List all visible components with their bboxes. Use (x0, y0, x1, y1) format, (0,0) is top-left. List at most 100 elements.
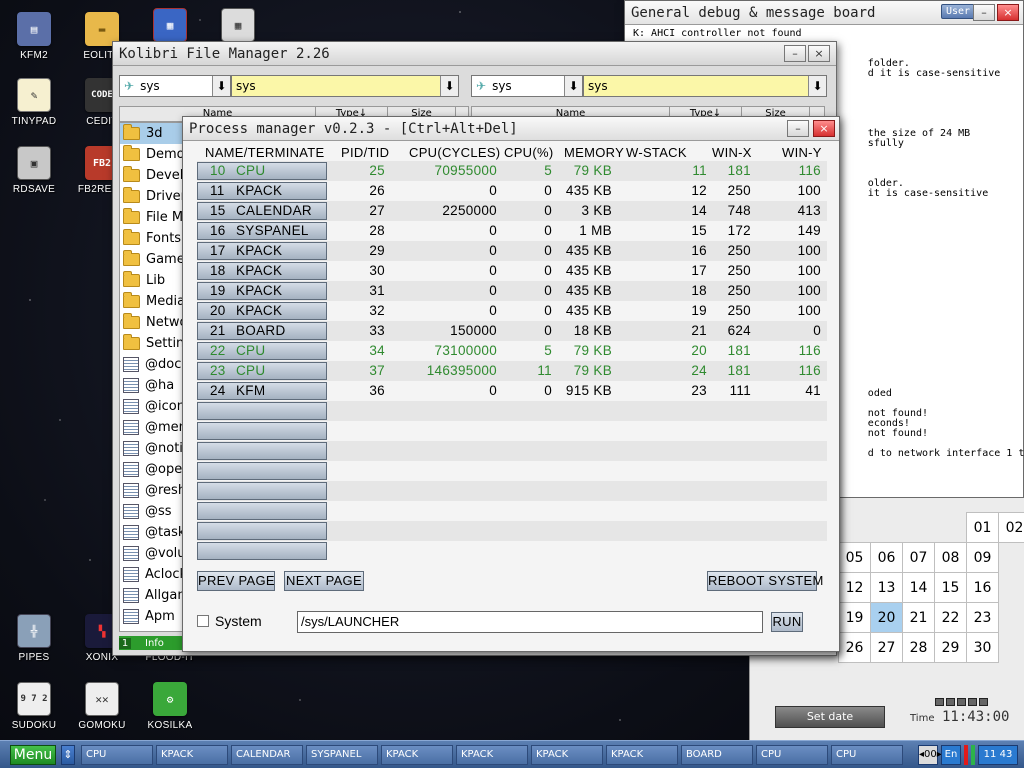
terminate-process-button[interactable]: 11 KPACK (197, 182, 327, 200)
calendar-day[interactable]: 13 (870, 572, 903, 603)
process-winy: 100 (797, 263, 821, 278)
minimize-button[interactable]: – (973, 4, 995, 21)
minimize-button[interactable]: – (784, 45, 806, 62)
terminate-process-button[interactable] (197, 442, 327, 460)
terminate-process-button[interactable]: 19 KPACK (197, 282, 327, 300)
process-table: 10 CPU 25 70955000 5 79 KB 11 181 116 11 KPACK 26 0 0… (197, 161, 827, 561)
header-winy: WIN-Y (782, 145, 822, 160)
taskbar-task-button[interactable]: CPU (756, 745, 828, 765)
terminate-process-button[interactable]: 10 CPU (197, 162, 327, 180)
calendar-day[interactable]: 28 (902, 632, 935, 663)
process-manager-window[interactable]: Process manager v0.2.3 - [Ctrl+Alt+Del] … (182, 116, 840, 652)
language-indicator[interactable]: En (941, 745, 961, 765)
menu-button[interactable]: Menu (10, 745, 56, 765)
desktop-icon-sudoku[interactable]: 9 7 2 SUDOKU (0, 682, 68, 731)
right-path-field[interactable]: sys ⬇ (583, 75, 827, 97)
terminate-process-button[interactable]: 18 KPACK (197, 262, 327, 280)
calendar-day[interactable]: 21 (902, 602, 935, 633)
calendar-day[interactable]: 07 (902, 542, 935, 573)
minimize-button[interactable]: – (787, 120, 809, 137)
desktop-icon-rdsave[interactable]: ▣ RDSAVE (0, 146, 68, 195)
calendar-day[interactable]: 23 (966, 602, 999, 633)
terminate-process-button[interactable]: 15 CALENDAR (197, 202, 327, 220)
taskbar-task-button[interactable]: KPACK (456, 745, 528, 765)
run-button[interactable]: RUN (771, 612, 803, 632)
taskbar-task-button[interactable]: CPU (81, 745, 153, 765)
terminate-process-button[interactable] (197, 422, 327, 440)
calendar-day[interactable]: 05 (838, 542, 871, 573)
terminate-process-button[interactable] (197, 402, 327, 420)
calendar-day[interactable]: 01 (966, 512, 999, 543)
terminate-process-button[interactable]: 23 CPU (197, 362, 327, 380)
chevron-down-icon[interactable]: ⬇ (564, 76, 582, 96)
process-name: CPU (236, 343, 266, 358)
terminate-process-button[interactable]: 17 KPACK (197, 242, 327, 260)
calendar-day[interactable]: 15 (934, 572, 967, 603)
terminate-process-button[interactable]: 22 CPU (197, 342, 327, 360)
desktop-icon-pipes[interactable]: ╬ PIPES (0, 614, 68, 663)
calendar-day[interactable]: 14 (902, 572, 935, 603)
desktop-icon-gomoku[interactable]: ✕✕ GOMOKU (68, 682, 136, 731)
terminate-process-button[interactable]: 20 KPACK (197, 302, 327, 320)
taskbar-task-button[interactable]: SYSPANEL (306, 745, 378, 765)
calendar-day[interactable]: 29 (934, 632, 967, 663)
calendar-day[interactable]: 26 (838, 632, 871, 663)
taskbar-task-button[interactable]: BOARD (681, 745, 753, 765)
calendar-day[interactable]: 12 (838, 572, 871, 603)
terminate-process-button[interactable] (197, 502, 327, 520)
debug-board-titlebar[interactable]: General debug & message board User – × (625, 1, 1023, 25)
process-manager-titlebar[interactable]: Process manager v0.2.3 - [Ctrl+Alt+Del] … (183, 117, 839, 141)
close-button[interactable]: × (813, 120, 835, 137)
taskbar-task-button[interactable]: KPACK (156, 745, 228, 765)
user-button[interactable]: User (941, 4, 975, 19)
calendar-day[interactable]: 20 (870, 602, 903, 633)
reboot-system-button[interactable]: REBOOT SYSTEM (707, 571, 823, 591)
time-steppers[interactable] (935, 698, 988, 708)
desktop-icon-kosilka[interactable]: ⚙ KOSILKA (136, 682, 204, 731)
calendar-day[interactable]: 16 (966, 572, 999, 603)
calendar-day[interactable]: 02 (998, 512, 1024, 543)
prev-page-button[interactable]: PREV PAGE (197, 571, 275, 591)
close-button[interactable]: × (808, 45, 830, 62)
process-cycles: 0 (489, 223, 497, 238)
set-date-button[interactable]: Set date (775, 706, 885, 728)
chevron-down-icon[interactable]: ⬇ (808, 76, 826, 96)
left-path-field[interactable]: sys ⬇ (231, 75, 459, 97)
terminate-process-button[interactable] (197, 522, 327, 540)
terminate-process-button[interactable] (197, 462, 327, 480)
desktop-icon-app[interactable]: ▦ (136, 8, 204, 42)
next-page-button[interactable]: NEXT PAGE (284, 571, 364, 591)
calendar-day[interactable]: 22 (934, 602, 967, 633)
taskbar-clock[interactable]: 11 43 (978, 745, 1018, 765)
chevron-down-icon[interactable]: ⬇ (440, 76, 458, 96)
calendar-day[interactable]: 06 (870, 542, 903, 573)
calendar-day[interactable]: 09 (966, 542, 999, 573)
terminate-process-button[interactable] (197, 482, 327, 500)
left-drive-select[interactable]: ✈ sys ⬇ (119, 75, 231, 97)
terminate-process-button[interactable] (197, 542, 327, 560)
taskbar-task-button[interactable]: CPU (831, 745, 903, 765)
terminate-process-button[interactable]: 21 BOARD (197, 322, 327, 340)
taskbar-task-button[interactable]: CALENDAR (231, 745, 303, 765)
chevron-down-icon[interactable]: ⬇ (212, 76, 230, 96)
terminate-process-button[interactable]: 24 KFM (197, 382, 327, 400)
taskbar-task-button[interactable]: KPACK (531, 745, 603, 765)
taskbar-task-button[interactable]: KPACK (606, 745, 678, 765)
tray-arrows[interactable]: ◂00▸ (918, 745, 942, 765)
calendar-day[interactable]: 08 (934, 542, 967, 573)
desktop-icon-kfm2[interactable]: ▤ KFM2 (0, 12, 68, 61)
switch-windows-button[interactable]: ⇕ (61, 745, 75, 765)
file-icon (123, 609, 139, 624)
terminate-process-button[interactable]: 16 SYSPANEL (197, 222, 327, 240)
calendar-day[interactable]: 30 (966, 632, 999, 663)
calendar-day[interactable]: 19 (838, 602, 871, 633)
taskbar-task-button[interactable]: KPACK (381, 745, 453, 765)
close-button[interactable]: × (997, 4, 1019, 21)
system-checkbox[interactable] (197, 615, 209, 627)
right-drive-select[interactable]: ✈ sys ⬇ (471, 75, 583, 97)
desktop-icon-tinypad[interactable]: ✎ TINYPAD (0, 78, 68, 127)
desktop-icon-calculator[interactable]: ▦ (204, 8, 272, 42)
file-manager-titlebar[interactable]: Kolibri File Manager 2.26 – × (113, 42, 836, 66)
run-command-input[interactable]: /sys/LAUNCHER (297, 611, 763, 633)
calendar-day[interactable]: 27 (870, 632, 903, 663)
